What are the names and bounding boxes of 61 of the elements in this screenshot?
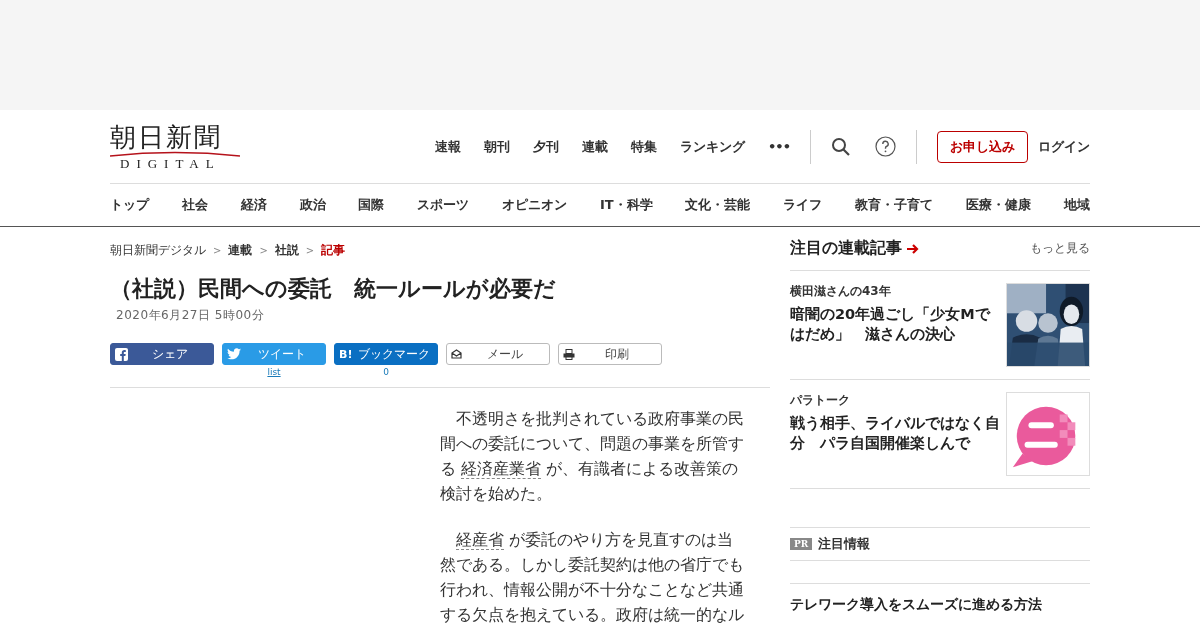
category-link[interactable]: 政治 bbox=[299, 196, 326, 214]
logo-swoosh-icon bbox=[110, 150, 240, 157]
share-button[interactable]: シェア bbox=[110, 343, 214, 365]
breadcrumb-link[interactable]: 社説 bbox=[274, 241, 299, 259]
breadcrumb-link[interactable]: 記事 bbox=[321, 241, 346, 259]
category-link[interactable]: 地域 bbox=[1063, 196, 1090, 214]
logo-title[interactable]: 朝日新聞 bbox=[110, 122, 222, 151]
breadcrumb-link[interactable]: 朝日新聞デジタル bbox=[110, 241, 206, 259]
article-paragraph: 不透明さを批判されている政府事業の民間への委託について、問題の事業を所管する 経済産業省 が、有識者による改善策の検討を始めた。 bbox=[440, 408, 745, 505]
share-count: 0 bbox=[383, 367, 389, 377]
envelope-icon bbox=[451, 349, 462, 359]
category-link[interactable]: トップ bbox=[110, 196, 149, 214]
article-link[interactable]: 戦う相手、ライバルではなく自分 パラ自国開催楽しんで bbox=[790, 413, 1000, 453]
category-link[interactable]: スポーツ bbox=[417, 196, 470, 214]
facebook-icon bbox=[115, 347, 128, 361]
pr-badge: PR bbox=[790, 538, 813, 550]
printer-icon bbox=[563, 348, 575, 360]
share-count-link[interactable]: list bbox=[267, 367, 281, 377]
nav-link[interactable]: 連載 bbox=[582, 137, 609, 156]
category-link[interactable]: 教育・子育て bbox=[855, 196, 934, 214]
breadcrumb-separator: > bbox=[259, 244, 268, 256]
article-paragraph: 経産省 が委託のやり方を見直すのは当然である。しかし委託契約は他の省庁でも行われ、情報公開が不十分なことなど共通する欠点を抱えている。政府は統一的なル bbox=[440, 529, 745, 626]
breadcrumb-link[interactable]: 連載 bbox=[228, 241, 253, 259]
article-date: 2020年6月27日 5時00分 bbox=[116, 307, 266, 324]
nav-link[interactable]: 夕刊 bbox=[533, 137, 560, 156]
share-button[interactable]: メール bbox=[446, 343, 550, 365]
category-link[interactable]: オピニオン bbox=[502, 196, 568, 214]
pr-heading: 注目情報 bbox=[818, 535, 871, 553]
category-link[interactable]: ライフ bbox=[783, 196, 823, 214]
help-icon[interactable] bbox=[875, 136, 896, 157]
category-link[interactable]: 経済 bbox=[240, 196, 267, 214]
category-link[interactable]: 文化・芸能 bbox=[685, 196, 751, 214]
share-button[interactable]: B! ブックマーク bbox=[334, 343, 438, 365]
share-button[interactable]: 印刷 bbox=[558, 343, 662, 365]
series-label: パラトーク bbox=[790, 392, 851, 409]
bird-icon bbox=[227, 348, 241, 360]
nav-link[interactable]: 速報 bbox=[435, 137, 462, 156]
breadcrumb-separator: > bbox=[213, 244, 222, 256]
subscribe-button[interactable]: お申し込み bbox=[937, 130, 1028, 163]
arrow-icon bbox=[906, 242, 920, 255]
term-link[interactable]: 経産省 bbox=[456, 530, 504, 550]
nav-link[interactable]: 特集 bbox=[631, 137, 658, 156]
nav-link[interactable]: 朝刊 bbox=[484, 137, 511, 156]
category-link[interactable]: 医療・健康 bbox=[966, 196, 1031, 214]
article-title: （社説）民間への委託 統一ルールが必要だ bbox=[110, 275, 557, 303]
pr-link[interactable]: テレワーク導入をスムーズに進める方法 bbox=[790, 596, 1090, 614]
more-menu[interactable]: ••• bbox=[768, 139, 790, 154]
search-icon[interactable] bbox=[831, 136, 851, 157]
hatena-icon: B! bbox=[339, 347, 353, 361]
article-link[interactable]: 暗闇の20年過ごし「少女Mではだめ」 滋さんの決心 bbox=[790, 304, 1000, 344]
series-label: 横田滋さんの43年 bbox=[790, 283, 892, 300]
category-link[interactable]: 国際 bbox=[358, 196, 385, 214]
sidebar-heading[interactable]: 注目の連載記事 bbox=[790, 238, 902, 259]
nav-link[interactable]: ランキング bbox=[680, 137, 746, 156]
category-link[interactable]: 社会 bbox=[181, 196, 208, 214]
more-link[interactable]: もっと見る bbox=[1030, 240, 1090, 257]
term-link[interactable]: 経済産業省 bbox=[461, 459, 542, 479]
logo-subtitle: DIGITAL bbox=[120, 156, 221, 171]
breadcrumb-separator: > bbox=[305, 244, 315, 256]
login-link[interactable]: ログイン bbox=[1038, 137, 1090, 156]
category-link[interactable]: IT・科学 bbox=[599, 196, 653, 214]
